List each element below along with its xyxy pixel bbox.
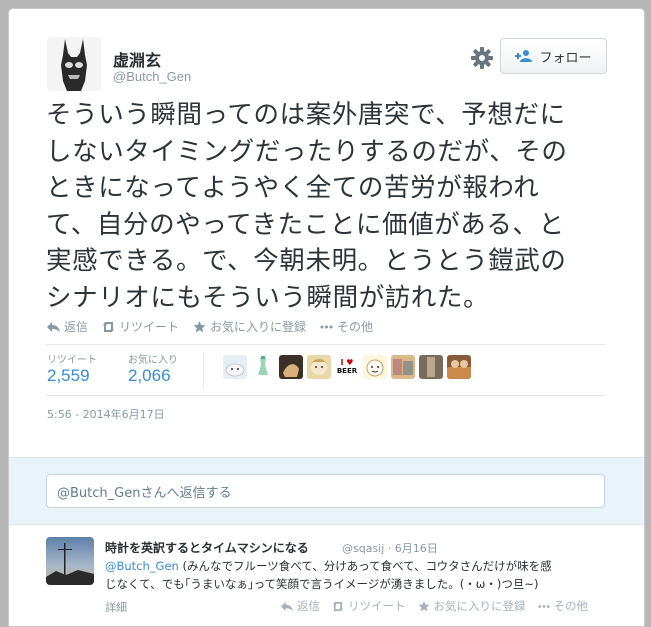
reply-more-label: その他	[553, 599, 589, 613]
tweet-text-line: シナリオにもそういう瞬間が訪れた。	[46, 282, 490, 313]
retweet-action[interactable]: リツイート	[102, 318, 179, 335]
tweet-text-line: ときになってようやく全ての苦労が報われ	[46, 173, 540, 204]
favorites-count[interactable]: 2,066	[128, 366, 171, 386]
reply-text: @Butch_Gen (みんなでフルーツ食べて、分けあって食べて、コウタさんだけ…	[105, 557, 605, 593]
favoriter-avatar[interactable]	[251, 355, 275, 379]
favoriter-avatar[interactable]	[419, 355, 443, 379]
reply-reply-label: 返信	[297, 599, 320, 613]
retweets-count[interactable]: 2,559	[47, 366, 90, 386]
favoriter-avatar[interactable]	[447, 355, 471, 379]
more-icon	[320, 325, 333, 328]
reply-favorite-action[interactable]: お気に入りに登録	[418, 598, 526, 614]
beer-avatar-bottom: BEER	[336, 367, 358, 375]
star-icon	[193, 320, 206, 332]
reply-text-line: じなくて、でも｢うまいなぁ｣って笑顔で言うイメージが湧きました。(・ω・)つ旦~…	[105, 577, 539, 591]
avatar[interactable]	[47, 37, 101, 91]
gear-icon[interactable]	[469, 45, 495, 71]
tweet-text-line: しないタイミングだったりするのだが、その	[46, 136, 568, 167]
retweet-icon	[103, 321, 115, 332]
reply-tweet[interactable]: 時計を英訳するとタイムマシンになる @sqasij · 6月16日 @Butch…	[9, 525, 644, 626]
tweet-timestamp[interactable]: 5:56 - 2014年6月17日	[47, 406, 165, 422]
retweet-action-label: リツイート	[119, 320, 180, 334]
reply-favorite-label: お気に入りに登録	[433, 599, 526, 613]
user-name[interactable]: 虚淵玄	[113, 47, 161, 71]
stats-separator	[203, 352, 204, 390]
follow-button[interactable]: フォロー	[500, 38, 607, 74]
reply-avatar[interactable]	[46, 537, 94, 585]
follow-button-label: フォロー	[539, 50, 592, 66]
reply-retweet-action[interactable]: リツイート	[332, 598, 406, 614]
reply-text-line: (みんなでフルーツ食べて、分けあって食べて、コウタさんだけが味を感	[178, 559, 552, 573]
reply-area: @Butch_Genさんへ返信する	[9, 457, 644, 525]
favoriter-avatars: I ♥ BEER	[223, 355, 471, 379]
reply-action-label: 返信	[64, 320, 89, 334]
favoriter-avatar[interactable]	[307, 355, 331, 379]
more-action[interactable]: その他	[320, 318, 373, 335]
reply-detail-link[interactable]: 詳細	[105, 599, 127, 615]
reply-icon	[281, 601, 293, 611]
beer-avatar-top: I ♥	[340, 358, 354, 367]
reply-input-placeholder: @Butch_Genさんへ返信する	[57, 485, 232, 501]
favoriter-avatar[interactable]	[363, 355, 387, 379]
reply-mention[interactable]: @Butch_Gen	[105, 559, 179, 573]
reply-more-action[interactable]: その他	[538, 598, 589, 614]
more-icon	[538, 604, 549, 608]
tweet-text-line: 実感できる。で、今朝未明。とうとう鎧武の	[46, 246, 567, 277]
favoriter-avatar[interactable]: I ♥ BEER	[335, 355, 359, 379]
divider	[46, 344, 606, 345]
reply-reply-action[interactable]: 返信	[281, 598, 320, 614]
add-user-icon	[515, 49, 533, 63]
favoriter-avatar[interactable]	[391, 355, 415, 379]
favorite-action-label: お気に入りに登録	[210, 320, 307, 334]
tweet-text-line: そういう瞬間ってのは案外唐突で、予想だに	[46, 100, 566, 130]
favorites-label[interactable]: お気に入り	[128, 351, 178, 366]
reply-input[interactable]: @Butch_Genさんへ返信する	[46, 474, 605, 508]
tweet-text-line: て、自分のやってきたことに価値がある、と	[46, 209, 565, 240]
divider	[46, 395, 606, 396]
favoriter-avatar[interactable]	[279, 355, 303, 379]
tweet-text: そういう瞬間ってのは案外唐突で、予想だに しないタイミングだったりするのだが、そ…	[46, 97, 616, 317]
reply-actions: 返信 リツイート お気に入りに登録 その他	[281, 598, 588, 614]
reply-action[interactable]: 返信	[47, 318, 88, 335]
retweet-icon	[332, 601, 344, 611]
retweets-label[interactable]: リツイート	[47, 351, 97, 366]
reply-icon	[47, 321, 60, 332]
favoriter-avatar[interactable]	[223, 355, 247, 379]
reply-retweet-label: リツイート	[348, 599, 406, 613]
tweet-card: 虚淵玄 @Butch_Gen フォロー そういう瞬間ってのは案外唐突で、予想だに…	[8, 8, 645, 627]
reply-meta[interactable]: @sqasij · 6月16日	[342, 540, 438, 556]
star-icon	[418, 600, 429, 612]
favorite-action[interactable]: お気に入りに登録	[193, 318, 306, 335]
reply-user-name[interactable]: 時計を英訳するとタイムマシンになる	[105, 539, 309, 556]
more-action-label: その他	[337, 320, 374, 334]
tweet-actions: 返信 リツイート お気に入りに登録 その他	[47, 318, 373, 335]
user-handle[interactable]: @Butch_Gen	[113, 69, 191, 84]
